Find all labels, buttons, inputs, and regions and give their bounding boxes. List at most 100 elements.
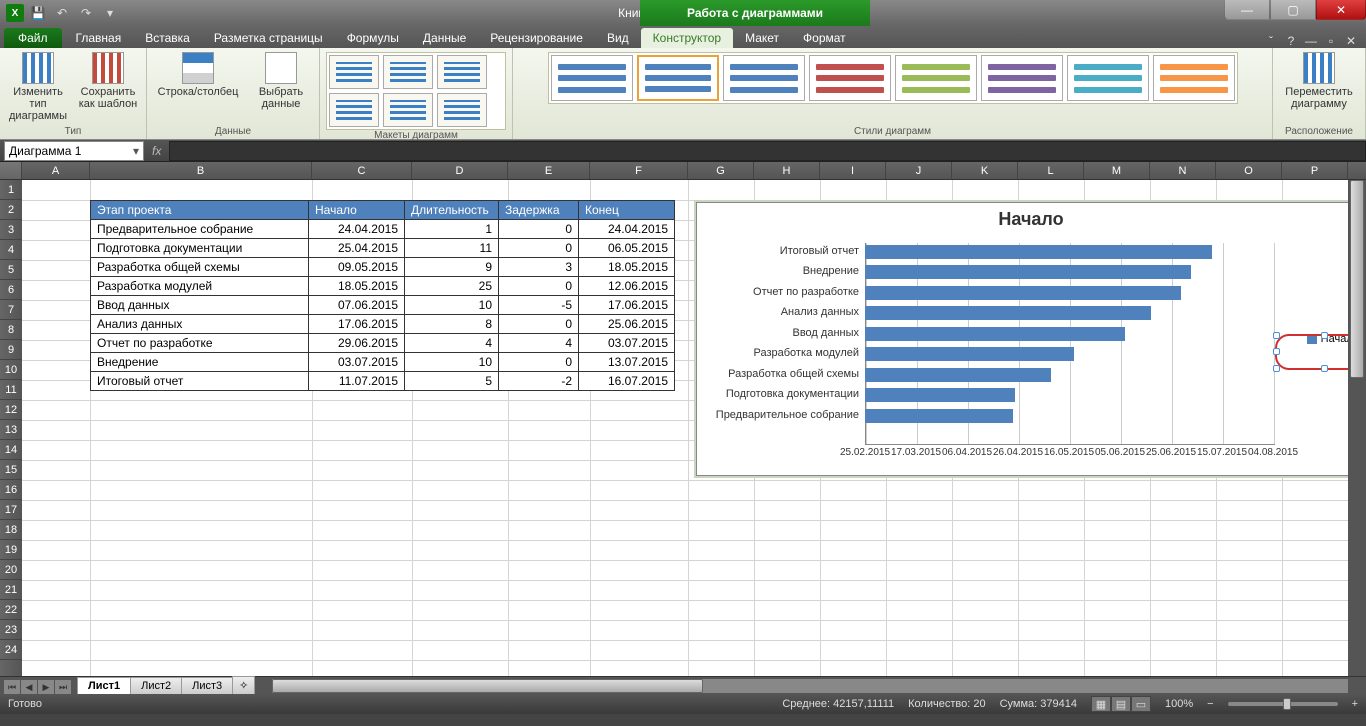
table-cell[interactable]: Итоговый отчет	[91, 372, 309, 391]
change-chart-type-button[interactable]: Изменить тип диаграммы	[6, 52, 70, 122]
table-cell[interactable]: 18.05.2015	[579, 258, 675, 277]
row-header[interactable]: 20	[0, 560, 22, 580]
row-header[interactable]: 12	[0, 400, 22, 420]
chart-style-thumb[interactable]	[637, 55, 719, 101]
maximize-button[interactable]: ▢	[1270, 0, 1316, 20]
name-box[interactable]: Диаграмма 1 ▾	[4, 141, 144, 161]
table-cell[interactable]: Предварительное собрание	[91, 220, 309, 239]
row-header[interactable]: 5	[0, 260, 22, 280]
sheet-nav-next-icon[interactable]: ▶	[38, 680, 54, 694]
selection-handle[interactable]	[1273, 332, 1280, 339]
column-header[interactable]: F	[590, 162, 688, 179]
table-cell[interactable]: 24.04.2015	[579, 220, 675, 239]
vertical-scrollbar[interactable]	[1348, 180, 1366, 676]
chart-styles-gallery[interactable]	[548, 52, 1238, 104]
column-header[interactable]: D	[412, 162, 508, 179]
ribbon-minimize-icon[interactable]: ˇ	[1262, 34, 1280, 48]
table-cell[interactable]: Разработка модулей	[91, 277, 309, 296]
column-header[interactable]: L	[1018, 162, 1084, 179]
ribbon-tab[interactable]: Макет	[733, 28, 791, 48]
column-header[interactable]: B	[90, 162, 312, 179]
sheet-tab[interactable]: Лист3	[181, 677, 233, 694]
table-cell[interactable]: Анализ данных	[91, 315, 309, 334]
save-icon[interactable]: 💾	[28, 3, 48, 23]
column-header[interactable]: H	[754, 162, 820, 179]
chart-style-thumb[interactable]	[809, 55, 891, 101]
table-cell[interactable]: 12.06.2015	[579, 277, 675, 296]
chart-bar[interactable]	[865, 327, 1125, 341]
table-cell[interactable]: 16.07.2015	[579, 372, 675, 391]
cell-grid[interactable]: Этап проектаНачалоДлительностьЗадержкаКо…	[22, 180, 1366, 676]
table-cell[interactable]: 4	[405, 334, 499, 353]
view-page-layout-icon[interactable]: ▤	[1111, 696, 1131, 712]
ribbon-tab[interactable]: Разметка страницы	[202, 28, 335, 48]
ribbon-tab[interactable]: Главная	[64, 28, 134, 48]
column-header[interactable]: E	[508, 162, 590, 179]
fx-icon[interactable]: fx	[152, 144, 161, 158]
row-header[interactable]: 16	[0, 480, 22, 500]
chart-style-thumb[interactable]	[1153, 55, 1235, 101]
new-sheet-button[interactable]: ✧	[232, 676, 255, 694]
table-cell[interactable]: 0	[499, 315, 579, 334]
table-cell[interactable]: 3	[499, 258, 579, 277]
scrollbar-thumb[interactable]	[272, 679, 702, 693]
table-header[interactable]: Задержка	[499, 201, 579, 220]
table-cell[interactable]: 25.06.2015	[579, 315, 675, 334]
column-header[interactable]: A	[22, 162, 90, 179]
table-cell[interactable]: 24.04.2015	[309, 220, 405, 239]
chart-plot-area[interactable]: 25.02.201517.03.201506.04.201526.04.2015…	[703, 243, 1275, 445]
chart-style-thumb[interactable]	[1067, 55, 1149, 101]
row-header[interactable]: 4	[0, 240, 22, 260]
chart-title[interactable]: Начало	[697, 203, 1365, 232]
row-header[interactable]: 15	[0, 460, 22, 480]
row-header[interactable]: 6	[0, 280, 22, 300]
row-header[interactable]: 24	[0, 640, 22, 660]
select-all-corner[interactable]	[0, 162, 22, 179]
table-cell[interactable]: 9	[405, 258, 499, 277]
chart-layouts-gallery[interactable]	[326, 52, 506, 130]
column-header[interactable]: N	[1150, 162, 1216, 179]
mdi-minimize-icon[interactable]: —	[1302, 34, 1320, 48]
layout-thumb[interactable]	[329, 93, 379, 127]
chart-style-thumb[interactable]	[895, 55, 977, 101]
undo-icon[interactable]: ↶	[52, 3, 72, 23]
column-header[interactable]: I	[820, 162, 886, 179]
chart-bar[interactable]	[865, 388, 1015, 402]
table-cell[interactable]: Ввод данных	[91, 296, 309, 315]
row-header[interactable]: 2	[0, 200, 22, 220]
table-header[interactable]: Этап проекта	[91, 201, 309, 220]
table-cell[interactable]: Внедрение	[91, 353, 309, 372]
redo-icon[interactable]: ↷	[76, 3, 96, 23]
column-header[interactable]: C	[312, 162, 412, 179]
save-as-template-button[interactable]: Сохранить как шаблон	[76, 52, 140, 122]
switch-row-col-button[interactable]: Строка/столбец	[153, 52, 243, 110]
table-cell[interactable]: 29.06.2015	[309, 334, 405, 353]
zoom-slider-thumb[interactable]	[1283, 698, 1291, 710]
row-header[interactable]: 22	[0, 600, 22, 620]
chart-style-thumb[interactable]	[723, 55, 805, 101]
zoom-out-button[interactable]: −	[1207, 698, 1213, 710]
table-cell[interactable]: 13.07.2015	[579, 353, 675, 372]
column-header[interactable]: P	[1282, 162, 1348, 179]
column-header[interactable]: K	[952, 162, 1018, 179]
chart-bar[interactable]	[865, 409, 1013, 423]
layout-thumb[interactable]	[437, 93, 487, 127]
layout-thumb[interactable]	[383, 93, 433, 127]
file-tab[interactable]: Файл	[4, 28, 62, 48]
zoom-level[interactable]: 100%	[1165, 698, 1193, 710]
minimize-button[interactable]: —	[1224, 0, 1270, 20]
sheet-tab[interactable]: Лист2	[130, 677, 182, 694]
horizontal-scrollbar[interactable]	[272, 679, 1348, 693]
table-cell[interactable]: 10	[405, 296, 499, 315]
column-header[interactable]: M	[1084, 162, 1150, 179]
table-cell[interactable]: 09.05.2015	[309, 258, 405, 277]
selection-handle[interactable]	[1321, 332, 1328, 339]
row-header[interactable]: 7	[0, 300, 22, 320]
selection-handle[interactable]	[1273, 365, 1280, 372]
table-header[interactable]: Длительность	[405, 201, 499, 220]
ribbon-tab[interactable]: Данные	[411, 28, 478, 48]
table-cell[interactable]: 5	[405, 372, 499, 391]
mdi-close-icon[interactable]: ✕	[1342, 34, 1360, 48]
qat-customize-icon[interactable]: ▾	[100, 3, 120, 23]
selection-handle[interactable]	[1321, 365, 1328, 372]
